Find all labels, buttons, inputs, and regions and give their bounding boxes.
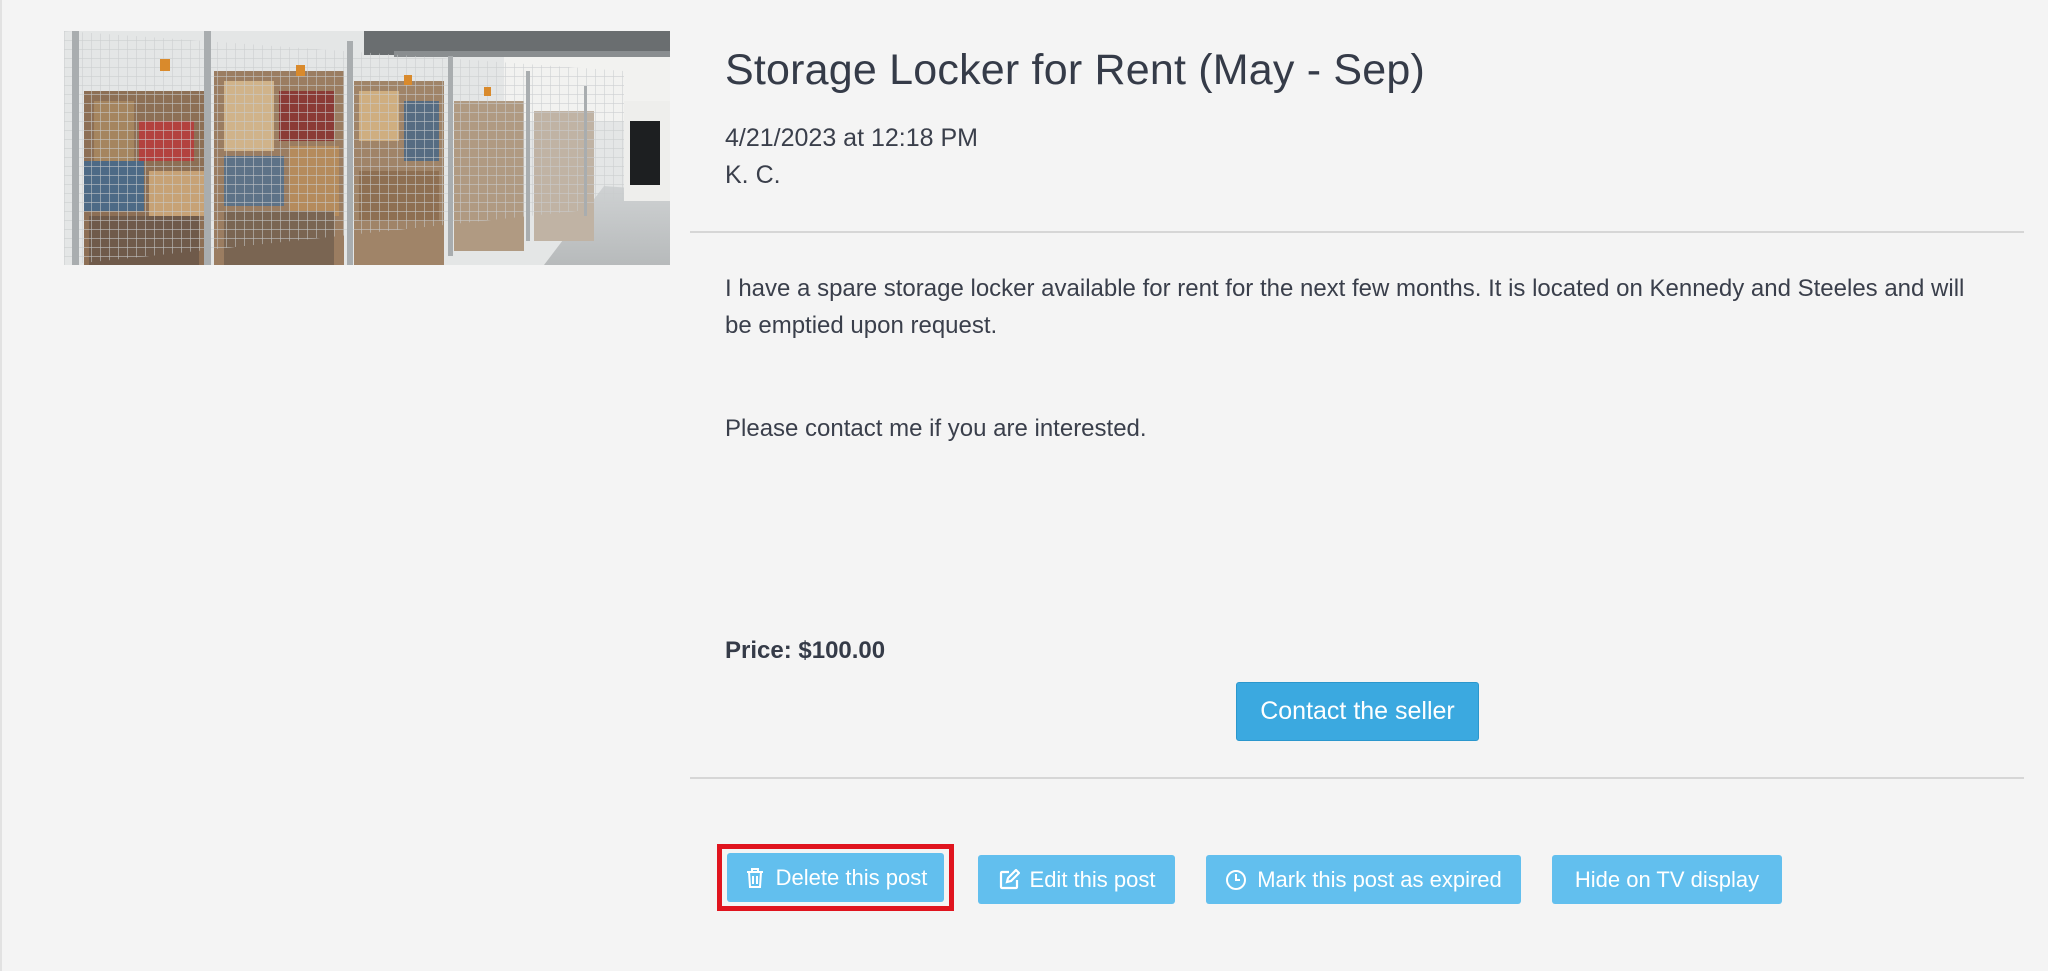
post-description: I have a spare storage locker available … [725,275,1965,339]
post-title: Storage Locker for Rent (May - Sep) [725,46,1426,94]
post-timestamp: 4/21/2023 at 12:18 PM [725,124,978,152]
mark-expired-label: Mark this post as expired [1257,866,1502,892]
page-left-border [0,0,2,971]
hide-on-tv-button[interactable]: Hide on TV display [1552,855,1782,904]
delete-post-button[interactable]: Delete this post [727,853,944,902]
actions-divider [690,777,2024,779]
edit-post-label: Edit this post [1029,866,1156,892]
delete-post-label: Delete this post [775,864,928,890]
post-contact-line: Please contact me if you are interested. [725,415,1147,442]
header-divider [690,231,2024,233]
post-author: K. C. [725,161,781,189]
contact-seller-button[interactable]: Contact the seller [1236,682,1479,741]
post-price: Price: $100.00 [725,637,886,664]
edit-post-button[interactable]: Edit this post [978,855,1175,904]
post-image [64,31,670,265]
clock-icon [1225,869,1247,891]
edit-icon [998,868,1020,891]
mark-expired-button[interactable]: Mark this post as expired [1206,855,1521,904]
trash-icon [744,867,766,889]
hide-on-tv-label: Hide on TV display [1574,866,1760,892]
